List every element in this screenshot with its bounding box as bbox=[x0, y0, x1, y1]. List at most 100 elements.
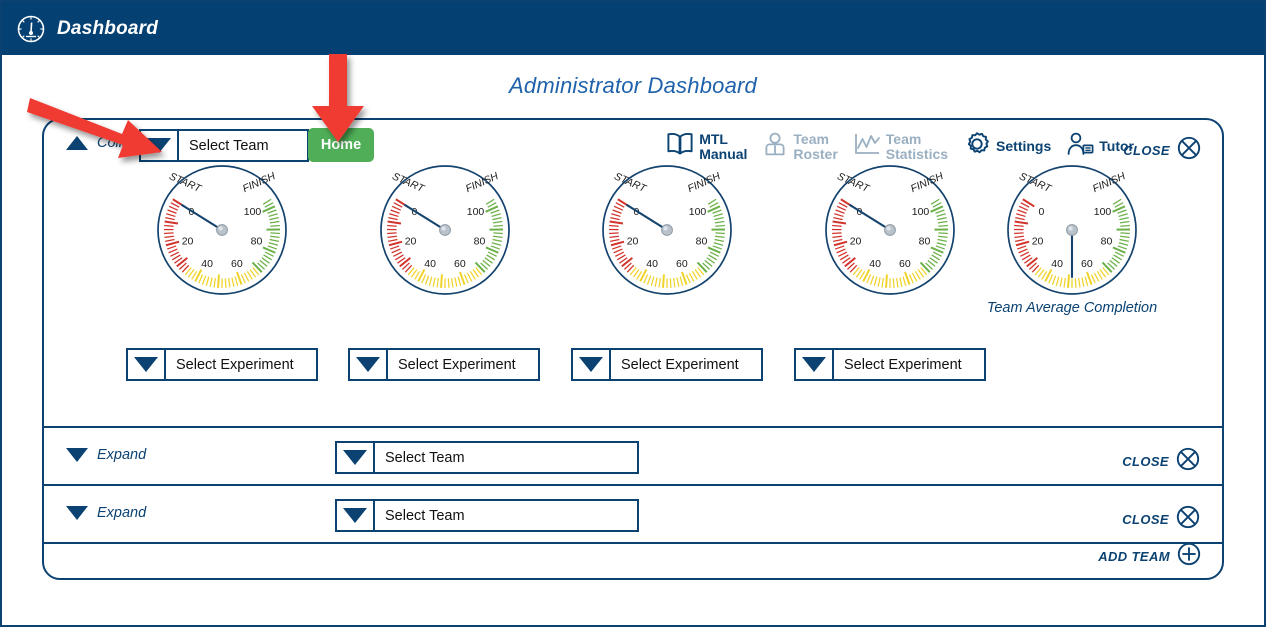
close-action-label: CLOSE bbox=[1122, 454, 1169, 469]
close-team-action-1[interactable]: CLOSE bbox=[1122, 447, 1200, 476]
triangle-glyph bbox=[579, 357, 603, 372]
experiment-select-3[interactable]: Select Experiment bbox=[571, 348, 763, 381]
gauge-1: 020406080100STARTFINISH bbox=[154, 162, 290, 298]
close-circle-icon[interactable] bbox=[1177, 136, 1201, 165]
expanded-team-row: Collapse Select Team Home MTL Manual Tea… bbox=[44, 120, 1222, 426]
svg-text:100: 100 bbox=[912, 206, 930, 218]
expand-toggle-label: Expand bbox=[97, 505, 147, 521]
svg-text:100: 100 bbox=[467, 206, 485, 218]
triangle-glyph bbox=[802, 357, 826, 372]
gauge-3: 020406080100STARTFINISH bbox=[599, 162, 735, 298]
team-select-dropdown-1[interactable]: Select Team bbox=[335, 441, 639, 474]
svg-text:20: 20 bbox=[182, 235, 194, 247]
svg-text:60: 60 bbox=[676, 258, 688, 270]
close-circle-icon[interactable] bbox=[1176, 447, 1200, 476]
toolbar: MTL Manual Team Roster Team Statistics S… bbox=[666, 130, 1134, 163]
svg-text:40: 40 bbox=[1051, 258, 1063, 270]
add-team-action[interactable]: ADD TEAM bbox=[1098, 542, 1201, 571]
svg-text:20: 20 bbox=[405, 235, 417, 247]
close-team-action[interactable]: CLOSE bbox=[1123, 136, 1201, 165]
close-action-label: CLOSE bbox=[1123, 143, 1170, 158]
gauge-team-average: 0 20 40 60 80 100 START FINISH Team Average Com… bbox=[987, 162, 1157, 316]
add-team-label: ADD TEAM bbox=[1098, 549, 1170, 564]
line-chart-icon bbox=[853, 131, 881, 162]
experiment-select-4[interactable]: Select Experiment bbox=[794, 348, 986, 381]
svg-text:20: 20 bbox=[850, 235, 862, 247]
team-select-value: Select Team bbox=[385, 449, 465, 466]
triangle-glyph bbox=[147, 138, 171, 153]
svg-text:60: 60 bbox=[899, 258, 911, 270]
expand-toggle-2[interactable]: Expand bbox=[66, 505, 146, 521]
triangle-glyph bbox=[134, 357, 158, 372]
chevron-up-icon bbox=[66, 136, 88, 150]
svg-text:100: 100 bbox=[689, 206, 707, 218]
toolbar-item-label: Team Roster bbox=[793, 130, 838, 162]
svg-text:20: 20 bbox=[1032, 235, 1044, 247]
toolbar-item-team-statistics[interactable]: Team Statistics bbox=[853, 131, 948, 162]
experiment-select-1[interactable]: Select Experiment bbox=[126, 348, 318, 381]
teams-panel: Collapse Select Team Home MTL Manual Tea… bbox=[42, 118, 1224, 580]
svg-text:100: 100 bbox=[244, 206, 262, 218]
gauge-row: 020406080100STARTFINISH 020406080100STAR… bbox=[44, 162, 1222, 332]
team-select-value: Select Team bbox=[385, 507, 465, 524]
experiment-select-value: Select Experiment bbox=[176, 356, 294, 373]
plus-circle-icon[interactable] bbox=[1177, 542, 1201, 571]
toolbar-item-settings[interactable]: Settings bbox=[963, 130, 1051, 163]
gauge-icon bbox=[16, 14, 46, 44]
svg-text:40: 40 bbox=[424, 258, 436, 270]
triangle-glyph bbox=[343, 508, 367, 523]
svg-text:80: 80 bbox=[1101, 235, 1113, 247]
expand-toggle-label: Expand bbox=[97, 447, 147, 463]
experiment-select-value: Select Experiment bbox=[621, 356, 739, 373]
chevron-down-icon[interactable] bbox=[796, 350, 834, 379]
team-select-dropdown[interactable]: Select Team bbox=[139, 129, 309, 162]
svg-text:20: 20 bbox=[627, 235, 639, 247]
tutor-icon bbox=[1066, 131, 1094, 162]
page-title: Administrator Dashboard bbox=[509, 73, 757, 98]
close-action-label: CLOSE bbox=[1122, 512, 1169, 527]
svg-text:0: 0 bbox=[1039, 206, 1045, 218]
chevron-down-icon[interactable] bbox=[141, 131, 179, 160]
gear-icon bbox=[963, 130, 991, 163]
svg-text:80: 80 bbox=[919, 235, 931, 247]
experiment-select-row: Select Experiment Select Experiment Sele… bbox=[44, 348, 1222, 388]
svg-text:80: 80 bbox=[251, 235, 263, 247]
chevron-down-icon[interactable] bbox=[128, 350, 166, 379]
triangle-glyph bbox=[343, 450, 367, 465]
team-select-value: Select Team bbox=[189, 137, 269, 154]
svg-text:40: 40 bbox=[869, 258, 881, 270]
window-title-label: Dashboard bbox=[57, 17, 159, 39]
gauge-4: 020406080100STARTFINISH bbox=[822, 162, 958, 298]
toolbar-item-label: Team Statistics bbox=[885, 130, 949, 162]
person-icon bbox=[762, 131, 788, 162]
window-title-bar: Dashboard bbox=[2, 2, 1264, 55]
gauge-2: 020406080100STARTFINISH bbox=[377, 162, 513, 298]
chevron-down-icon bbox=[66, 506, 88, 520]
chevron-down-icon bbox=[66, 448, 88, 462]
add-team-row: ADD TEAM bbox=[44, 528, 1222, 578]
svg-text:40: 40 bbox=[646, 258, 658, 270]
svg-text:60: 60 bbox=[1081, 258, 1093, 270]
experiment-select-2[interactable]: Select Experiment bbox=[348, 348, 540, 381]
toolbar-item-mtl-manual[interactable]: MTL Manual bbox=[666, 131, 747, 162]
toolbar-item-label: MTL Manual bbox=[699, 130, 748, 162]
toolbar-item-team-roster[interactable]: Team Roster bbox=[762, 130, 838, 162]
home-button[interactable]: Home bbox=[308, 128, 374, 162]
toolbar-item-label: Settings bbox=[996, 138, 1052, 154]
gauge-team-average-caption: Team Average Completion bbox=[986, 300, 1158, 316]
chevron-down-icon[interactable] bbox=[337, 501, 375, 530]
book-icon bbox=[666, 131, 694, 162]
svg-text:80: 80 bbox=[474, 235, 486, 247]
svg-text:100: 100 bbox=[1094, 206, 1112, 218]
expand-toggle-1[interactable]: Expand bbox=[66, 447, 146, 463]
chevron-down-icon[interactable] bbox=[337, 443, 375, 472]
application-window: Dashboard Administrator Dashboard Collap… bbox=[0, 0, 1266, 627]
chevron-down-icon[interactable] bbox=[350, 350, 388, 379]
chevron-down-icon[interactable] bbox=[573, 350, 611, 379]
svg-text:80: 80 bbox=[696, 235, 708, 247]
svg-text:60: 60 bbox=[231, 258, 243, 270]
collapsed-team-row-1: Expand Select Team CLOSE bbox=[44, 428, 1222, 484]
home-button-label: Home bbox=[320, 137, 362, 153]
triangle-glyph bbox=[356, 357, 380, 372]
experiment-select-value: Select Experiment bbox=[398, 356, 516, 373]
